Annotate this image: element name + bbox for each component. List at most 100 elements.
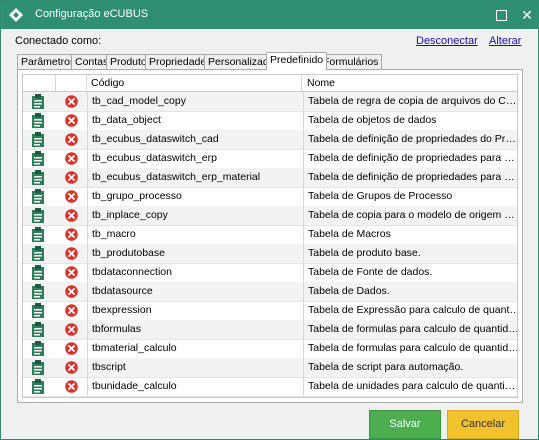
row-nome: Tabela de script para automação. [303, 358, 517, 377]
clipboard-icon[interactable] [31, 208, 45, 223]
clipboard-icon[interactable] [31, 113, 45, 128]
close-button[interactable]: ✕ [517, 5, 537, 25]
connected-as-label: Conectado como: [15, 35, 102, 47]
clipboard-icon[interactable] [31, 303, 45, 318]
row-codigo: tb_produtobase [87, 244, 302, 263]
row-nome: Tabela de objetos de dados [303, 111, 517, 130]
delete-icon[interactable] [65, 228, 78, 241]
table-row[interactable]: tb_ecubus_dataswitch_erp_material Tabela … [23, 168, 517, 188]
table-row[interactable]: tb_inplace_copy Tabela de copia para o mo… [23, 206, 517, 226]
delete-icon[interactable] [65, 285, 78, 298]
clipboard-icon[interactable] [31, 246, 45, 261]
row-codigo: tb_data_object [87, 111, 302, 130]
row-codigo: tb_cad_model_copy [87, 92, 302, 111]
row-codigo: tb_grupo_processo [87, 187, 302, 206]
delete-icon[interactable] [65, 190, 78, 203]
clipboard-icon[interactable] [31, 341, 45, 356]
row-codigo: tbscript [87, 358, 302, 377]
row-codigo: tbmaterial_calculo [87, 339, 302, 358]
table-row[interactable]: tbdataconnection Tabela de Fonte de dados… [23, 263, 517, 283]
row-nome: Tabela de Expressão para calculo de quan… [303, 301, 517, 320]
change-link[interactable]: Alterar [489, 35, 521, 47]
predefined-table[interactable]: Código Nome tb_cad_model_copy Tabela de r… [22, 74, 518, 398]
row-nome: Tabela de unidades para calculo de quant… [303, 377, 517, 396]
row-codigo: tb_macro [87, 225, 302, 244]
row-codigo: tbdataconnection [87, 263, 302, 282]
delete-icon[interactable] [65, 342, 78, 355]
clipboard-icon[interactable] [31, 170, 45, 185]
delete-icon[interactable] [65, 95, 78, 108]
disconnect-link[interactable]: Desconectar [416, 35, 478, 47]
tab-formularios[interactable]: Formulários [319, 54, 383, 69]
row-nome: Tabela de formulas para calculo de quant… [303, 339, 517, 358]
row-nome: Tabela de definição de propriedades para… [303, 168, 517, 187]
clipboard-icon[interactable] [31, 379, 45, 394]
clipboard-icon[interactable] [31, 284, 45, 299]
table-row[interactable]: tbscript Tabela de script para automação. [23, 358, 517, 378]
row-nome: Tabela de Macros [303, 225, 517, 244]
row-nome: Tabela de copia para o modelo de origem … [303, 206, 517, 225]
row-codigo: tb_ecubus_dataswitch_cad [87, 130, 302, 149]
tab-predefinido[interactable]: Predefinido [266, 52, 328, 70]
table-row[interactable]: tb_ecubus_dataswitch_erp Tabela de defini… [23, 149, 517, 169]
tab-panel: Código Nome tb_cad_model_copy Tabela de r… [17, 69, 523, 403]
row-nome: Tabela de Dados. [303, 282, 517, 301]
table-row[interactable]: tb_macro Tabela de Macros [23, 225, 517, 245]
delete-icon[interactable] [65, 361, 78, 374]
row-codigo: tb_ecubus_dataswitch_erp [87, 149, 302, 168]
row-codigo: tbunidade_calculo [87, 377, 302, 396]
maximize-button[interactable] [491, 5, 511, 25]
table-row[interactable]: tb_ecubus_dataswitch_cad Tabela de defini… [23, 130, 517, 150]
delete-icon[interactable] [65, 380, 78, 393]
save-button[interactable]: Salvar [369, 410, 441, 439]
row-nome: Tabela de Grupos de Processo [303, 187, 517, 206]
row-codigo: tbdatasource [87, 282, 302, 301]
row-nome: Tabela de definição de propriedades para… [303, 149, 517, 168]
window-title: Configuração eCUBUS [35, 8, 149, 20]
clipboard-icon[interactable] [31, 227, 45, 242]
row-nome: Tabela de Fonte de dados. [303, 263, 517, 282]
row-nome: Tabela de produto base. [303, 244, 517, 263]
table-row[interactable]: tbformulas Tabela de formulas para calcul… [23, 320, 517, 340]
table-row[interactable]: tbdatasource Tabela de Dados. [23, 282, 517, 302]
header-edit-col [23, 75, 56, 91]
cancel-button[interactable]: Cancelar [447, 410, 519, 439]
maximize-icon [495, 10, 507, 21]
clipboard-icon[interactable] [31, 360, 45, 375]
clipboard-icon[interactable] [31, 265, 45, 280]
table-row[interactable]: tb_data_object Tabela de objetos de dados [23, 111, 517, 131]
row-nome: Tabela de formulas para calculo de quant… [303, 320, 517, 339]
table-row[interactable]: tbunidade_calculo Tabela de unidades para… [23, 377, 517, 397]
delete-icon[interactable] [65, 133, 78, 146]
delete-icon[interactable] [65, 323, 78, 336]
clipboard-icon[interactable] [31, 151, 45, 166]
table-row[interactable]: tbexpression Tabela de Expressão para cal… [23, 301, 517, 321]
row-codigo: tb_inplace_copy [87, 206, 302, 225]
header-delete-col [56, 75, 87, 91]
delete-icon[interactable] [65, 114, 78, 127]
row-codigo: tb_ecubus_dataswitch_erp_material [87, 168, 302, 187]
tab-parametros[interactable]: Parâmetros [17, 54, 80, 69]
clipboard-icon[interactable] [31, 189, 45, 204]
delete-icon[interactable] [65, 209, 78, 222]
delete-icon[interactable] [65, 247, 78, 260]
delete-icon[interactable] [65, 152, 78, 165]
delete-icon[interactable] [65, 171, 78, 184]
row-nome: Tabela de definição de propriedades do P… [303, 130, 517, 149]
delete-icon[interactable] [65, 266, 78, 279]
table-row[interactable]: tb_cad_model_copy Tabela de regra de copi… [23, 92, 517, 112]
table-row[interactable]: tb_produtobase Tabela de produto base. [23, 244, 517, 264]
header-codigo[interactable]: Código [87, 75, 302, 91]
clipboard-icon[interactable] [31, 94, 45, 109]
row-codigo: tbformulas [87, 320, 302, 339]
clipboard-icon[interactable] [31, 132, 45, 147]
clipboard-icon[interactable] [31, 322, 45, 337]
row-nome: Tabela de regra de copia de arquivos do … [303, 92, 517, 111]
delete-icon[interactable] [65, 304, 78, 317]
table-row[interactable]: tbmaterial_calculo Tabela de formulas par… [23, 339, 517, 359]
table-header: Código Nome [23, 75, 517, 92]
table-row[interactable]: tb_grupo_processo Tabela de Grupos de Pro… [23, 187, 517, 207]
header-nome[interactable]: Nome [303, 75, 517, 91]
row-codigo: tbexpression [87, 301, 302, 320]
title-bar[interactable]: Configuração eCUBUS ✕ [1, 1, 538, 29]
